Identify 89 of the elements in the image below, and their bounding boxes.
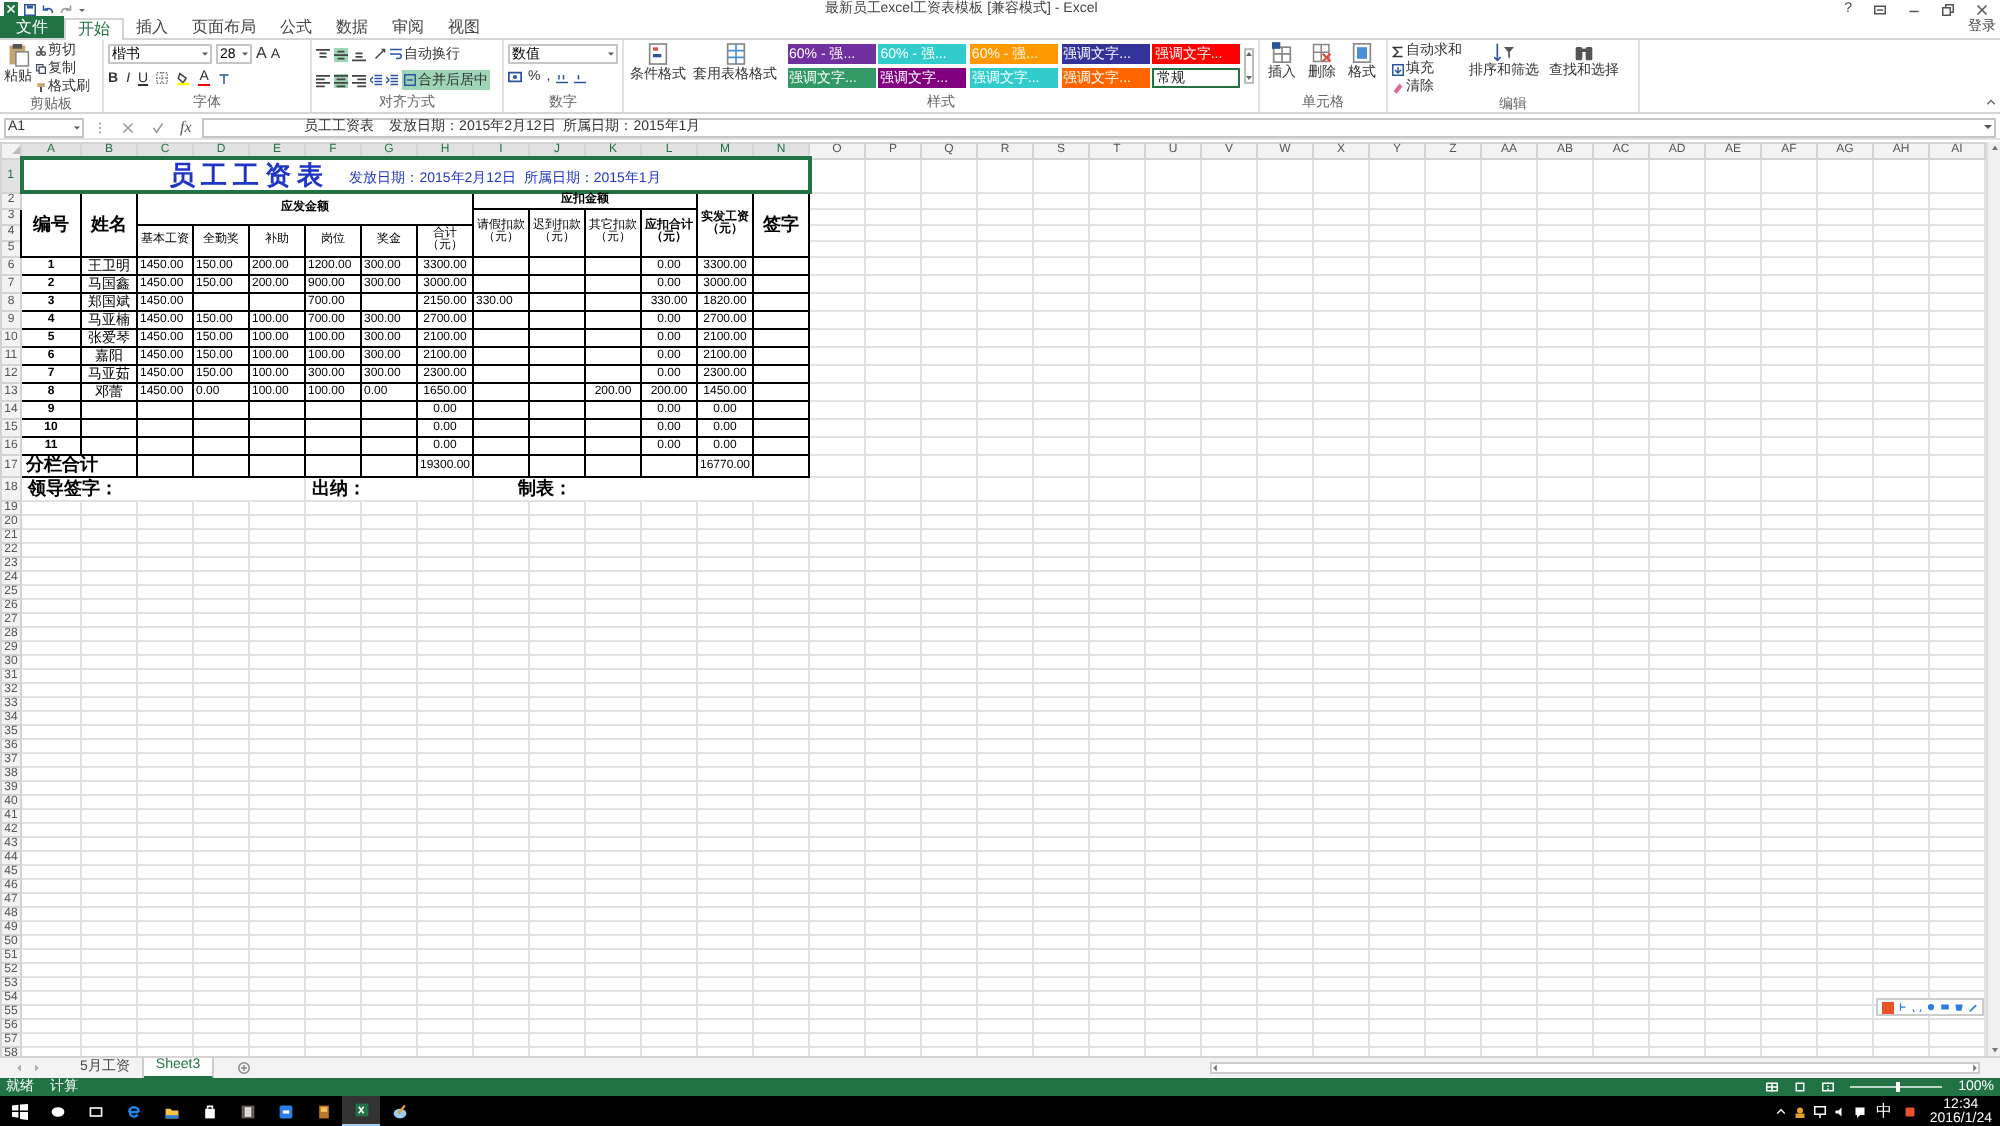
merge-icon <box>404 74 416 86</box>
tray-app-icon[interactable] <box>1903 1105 1916 1117</box>
align-right-icon[interactable] <box>352 73 366 87</box>
borders-icon[interactable] <box>156 72 169 84</box>
phonetic-icon[interactable] <box>218 72 231 84</box>
paintbrush-icon <box>36 82 46 92</box>
signature-label: 出纳： <box>305 476 473 500</box>
taskbar-button[interactable] <box>342 1096 380 1126</box>
increase-decimal-icon[interactable] <box>556 71 569 83</box>
caret-icon <box>1984 124 1992 130</box>
redo-icon[interactable] <box>60 3 72 15</box>
caret-icon[interactable] <box>78 5 86 13</box>
square-logo-icon[interactable] <box>1882 1001 1894 1013</box>
sheet-title: 员工工资表 <box>169 160 330 190</box>
speaker-icon[interactable] <box>1833 1105 1846 1117</box>
binoculars-icon <box>1574 42 1594 62</box>
scroll-up-icon <box>1991 144 1997 150</box>
eraser-icon <box>1392 81 1404 93</box>
wrap-text-icon <box>390 48 402 60</box>
add-sheet-icon[interactable] <box>238 1062 251 1074</box>
book-icon <box>315 1103 331 1119</box>
cancel-icon[interactable] <box>122 121 134 133</box>
page-break-icon[interactable] <box>1822 1082 1835 1092</box>
restore-icon[interactable] <box>1942 3 1954 15</box>
table-header: 签字 <box>753 192 809 256</box>
app-window-icon <box>239 1103 255 1119</box>
signature-label: 制表： <box>473 476 809 500</box>
grow-font-button[interactable]: A <box>256 46 267 62</box>
fill-down-icon <box>1392 63 1404 75</box>
table-header: 姓名 <box>81 192 137 256</box>
sum-icon <box>1392 45 1404 57</box>
windows-icon <box>11 1103 27 1119</box>
copy-icon <box>36 64 46 74</box>
search-circle-icon <box>49 1103 65 1119</box>
align-bottom-icon[interactable] <box>352 47 366 61</box>
ribbon-tab[interactable]: 审阅 <box>380 16 436 38</box>
check-icon[interactable] <box>152 121 164 133</box>
ribbon-display-icon[interactable] <box>1874 3 1886 15</box>
ribbon-tab[interactable]: 视图 <box>436 16 492 38</box>
chat-window-icon <box>277 1103 293 1119</box>
align-center-icon[interactable] <box>334 73 348 87</box>
currency-icon[interactable] <box>508 70 522 84</box>
decrease-indent-icon[interactable] <box>370 74 382 86</box>
message-icon[interactable] <box>1853 1105 1866 1117</box>
increase-indent-icon[interactable] <box>386 74 398 86</box>
toolbar-tool-icon[interactable] <box>1898 1002 1908 1012</box>
browser-icon <box>125 1103 141 1119</box>
network-icon[interactable] <box>1813 1105 1826 1117</box>
ribbon-tab[interactable]: 插入 <box>124 16 180 38</box>
collapse-ribbon-icon[interactable] <box>1986 98 1996 108</box>
scroll-left-icon <box>1212 1064 1218 1072</box>
vertical-scrollbar[interactable] <box>1986 142 2000 1056</box>
decrease-decimal-icon[interactable] <box>574 71 587 83</box>
save-icon[interactable] <box>24 3 36 15</box>
triangle-icon <box>12 146 20 155</box>
caret-icon <box>242 52 248 56</box>
task-view-icon <box>87 1103 103 1119</box>
spreadsheet-app-icon <box>353 1102 369 1118</box>
store-icon <box>201 1103 217 1119</box>
text-angle-icon[interactable] <box>374 48 386 60</box>
insert-function-button[interactable]: fx <box>180 119 192 135</box>
people-icon[interactable] <box>1793 1105 1806 1117</box>
signature-label: 领导签字： <box>21 476 305 500</box>
ribbon-tab[interactable]: 数据 <box>324 16 380 38</box>
scissors-icon <box>36 46 46 56</box>
paint-palette-icon <box>391 1103 407 1119</box>
caret-icon <box>608 52 614 56</box>
sort-filter-icon <box>1494 42 1514 62</box>
align-middle-icon[interactable] <box>334 47 348 61</box>
normal-view-icon[interactable] <box>1766 1082 1779 1092</box>
undo-icon[interactable] <box>42 3 54 15</box>
caret-icon <box>202 52 208 56</box>
gallery-scroll-icon[interactable] <box>1244 44 1254 88</box>
align-top-icon[interactable] <box>316 47 330 61</box>
file-tab[interactable]: 文件 <box>0 16 64 38</box>
close-icon[interactable] <box>1976 3 1988 15</box>
caret-icon <box>74 125 80 129</box>
chevron-up-icon[interactable] <box>1775 1106 1786 1116</box>
scroll-right-icon <box>1972 1064 1978 1072</box>
total-label: 分栏合计 <box>21 454 137 476</box>
input-method-button[interactable]: 中 <box>1875 1099 1892 1123</box>
fill-color-icon[interactable] <box>176 71 191 85</box>
ribbon-tab[interactable]: 开始 <box>64 18 124 40</box>
ribbon-tab[interactable]: 公式 <box>268 16 324 38</box>
folder-icon <box>163 1103 179 1119</box>
ribbon-tab[interactable]: 页面布局 <box>180 16 268 38</box>
align-left-icon[interactable] <box>316 73 330 87</box>
page-layout-icon[interactable] <box>1794 1082 1807 1092</box>
horizontal-scrollbar[interactable] <box>1210 1062 1980 1074</box>
